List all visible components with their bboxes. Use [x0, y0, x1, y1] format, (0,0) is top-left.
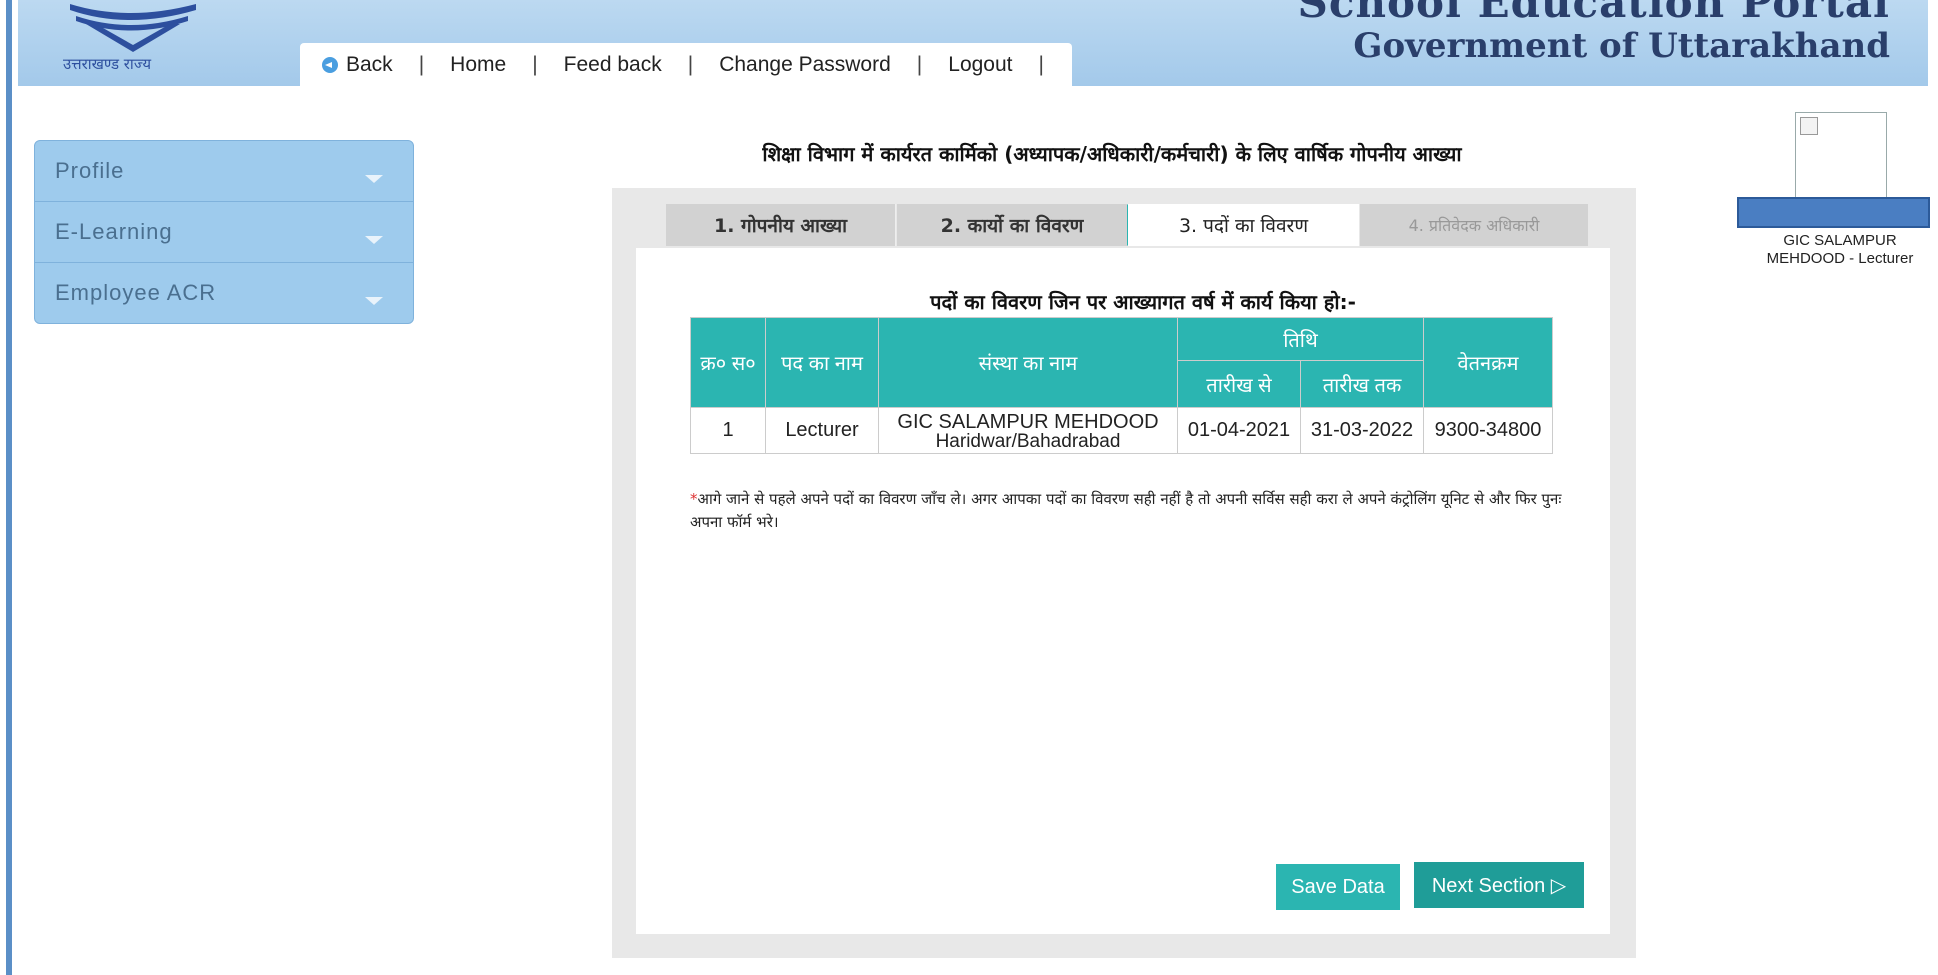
banner-government-title: Government of Uttarakhand	[1353, 26, 1890, 66]
section-heading: पदों का विवरण जिन पर आख्यागत वर्ष में का…	[930, 290, 1356, 314]
nav-separator: |	[687, 52, 694, 76]
nav-separator: |	[916, 52, 923, 76]
top-navbar: Back | Home | Feed back | Change Passwor…	[300, 43, 1072, 86]
institution-location: Haridwar/Bahadrabad	[935, 430, 1121, 452]
table-row: 1 Lecturer GIC SALAMPUR MEHDOOD Haridwar…	[690, 407, 1553, 454]
save-data-button[interactable]: Save Data	[1276, 864, 1400, 910]
verification-note: *आगे जाने से पहले अपने पदों का विवरण जाँ…	[690, 488, 1570, 534]
col-date: तिथि	[1177, 317, 1424, 361]
back-arrow-icon	[322, 56, 338, 73]
page-title: शिक्षा विभाग में कार्यरत कार्मिको (अध्या…	[762, 142, 1462, 166]
profile-bar	[1737, 197, 1930, 228]
nav-separator: |	[532, 52, 538, 76]
sidebar-item-label: Employee ACR	[55, 280, 217, 305]
tab-reporting-officer: 4. प्रतिवेदक अधिकारी	[1360, 204, 1588, 246]
broken-image-icon	[1800, 117, 1818, 135]
profile-photo	[1795, 112, 1887, 204]
cell-institution: GIC SALAMPUR MEHDOOD Haridwar/Bahadrabad	[878, 407, 1178, 454]
cell-pay-scale: 9300-34800	[1423, 407, 1553, 454]
institution-name: GIC SALAMPUR MEHDOOD	[897, 410, 1159, 433]
cell-post-name: Lecturer	[765, 407, 879, 454]
col-date-to: तारीख तक	[1300, 360, 1424, 408]
logo-caption: उत्तराखण्ड राज्य	[63, 55, 152, 73]
chevron-down-icon	[365, 236, 383, 244]
tab-post-details[interactable]: 3. पदों का विवरण	[1128, 204, 1359, 246]
cell-date-to: 31-03-2022	[1300, 407, 1424, 454]
col-institution-name: संस्था का नाम	[878, 317, 1178, 408]
sidebar-item-profile[interactable]: Profile	[35, 141, 413, 202]
nav-separator: |	[418, 52, 425, 76]
sidebar-item-employee-acr[interactable]: Employee ACR	[35, 263, 413, 323]
form-content: पदों का विवरण जिन पर आख्यागत वर्ष में का…	[636, 248, 1610, 934]
form-tabs: 1. गोपनीय आख्या 2. कार्यो का विवरण 3. पद…	[666, 204, 1588, 246]
banner-portal-title: School Education Portal	[1297, 0, 1890, 27]
tab-work-details[interactable]: 2. कार्यो का विवरण	[897, 204, 1127, 246]
back-label: Back	[346, 52, 393, 76]
chevron-down-icon	[365, 297, 383, 305]
nav-separator: |	[1038, 52, 1044, 76]
left-border	[6, 0, 12, 975]
note-text: आगे जाने से पहले अपने पदों का विवरण जाँच…	[690, 490, 1562, 531]
sidebar-menu: Profile E-Learning Employee ACR	[34, 140, 414, 324]
sidebar-item-e-learning[interactable]: E-Learning	[35, 202, 413, 263]
cell-date-from: 01-04-2021	[1177, 407, 1301, 454]
sidebar-item-label: E-Learning	[55, 219, 173, 244]
col-pay-scale: वेतनक्रम	[1423, 317, 1553, 408]
header: उत्तराखण्ड राज्य Back | Home | Feed back…	[18, 0, 1928, 86]
back-link[interactable]: Back	[322, 53, 393, 77]
col-serial-number: क्र० स०	[690, 317, 766, 408]
cell-serial-number: 1	[690, 407, 766, 454]
profile-caption: GIC SALAMPUR MEHDOOD - Lecturer	[1766, 232, 1914, 267]
logout-link[interactable]: Logout	[948, 53, 1012, 77]
tab-confidential-report[interactable]: 1. गोपनीय आख्या	[666, 204, 896, 246]
feedback-link[interactable]: Feed back	[564, 53, 662, 77]
home-link[interactable]: Home	[450, 53, 506, 77]
change-password-link[interactable]: Change Password	[719, 53, 891, 77]
sidebar-item-label: Profile	[55, 158, 125, 183]
col-post-name: पद का नाम	[765, 317, 879, 408]
chevron-down-icon	[365, 175, 383, 183]
next-section-button[interactable]: Next Section ▷	[1414, 862, 1584, 908]
post-details-table: क्र० स० पद का नाम संस्था का नाम तिथि वेत…	[690, 317, 1553, 454]
col-date-from: तारीख से	[1177, 360, 1301, 408]
acr-form-panel: 1. गोपनीय आख्या 2. कार्यो का विवरण 3. पद…	[612, 188, 1636, 958]
required-mark: *	[690, 490, 698, 508]
